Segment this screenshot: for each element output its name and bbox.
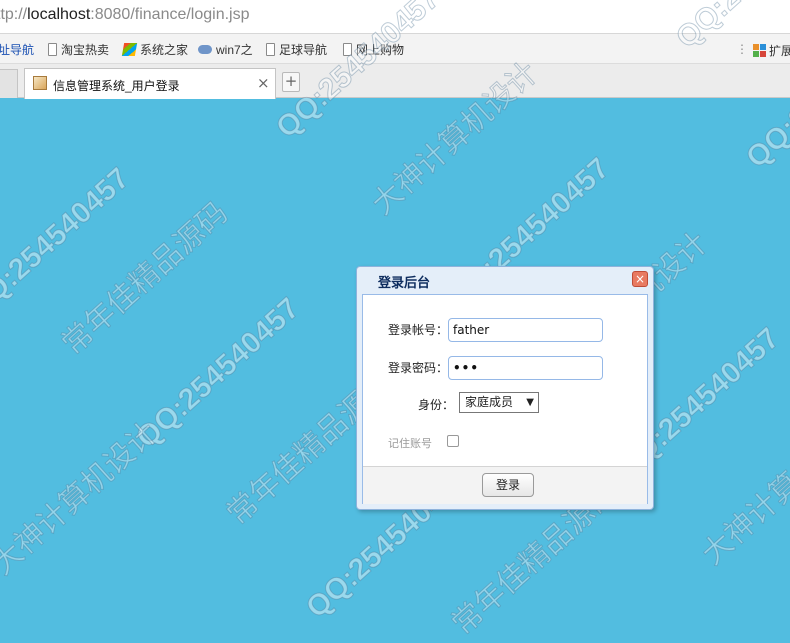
role-select[interactable]: 家庭成员 ▼ [459, 392, 539, 413]
login-dialog: 登录后台 × 登录帐号： father 登录密码： ••• 身份： 家庭成员 ▼ … [356, 266, 654, 510]
url-text[interactable]: ttp://localhost:8080/finance/login.jsp [0, 6, 250, 24]
tab-login[interactable]: 信息管理系统_用户登录 × [24, 68, 276, 99]
bookmark-taobao[interactable]: 淘宝热卖 [48, 42, 109, 58]
tab-strip: 信息管理系统_用户登录 × + [0, 64, 790, 99]
watermark-qq: QQ:254540457 [129, 291, 306, 455]
url-host: localhost [27, 6, 91, 23]
login-form: 登录帐号： father 登录密码： ••• 身份： 家庭成员 ▼ 记住账号 登录 [362, 294, 648, 504]
remember-checkbox[interactable] [447, 435, 459, 447]
account-input[interactable]: father [448, 318, 603, 342]
watermark-qq: QQ:254540457 [0, 161, 136, 325]
apps-grid-icon [753, 44, 766, 57]
extensions-button[interactable]: 扩展 [753, 42, 790, 59]
dialog-title: 登录后台 [378, 276, 431, 291]
page-icon [343, 43, 352, 56]
dropdown-arrow-icon: ▼ [526, 397, 534, 408]
login-button[interactable]: 登录 [482, 473, 534, 497]
bookmark-win7[interactable]: win7之 [198, 42, 253, 58]
watermark-brand: 常年佳精品源码 [55, 195, 235, 363]
page-icon [48, 43, 57, 56]
tab-previous[interactable] [0, 69, 18, 98]
address-bar[interactable]: ttp://localhost:8080/finance/login.jsp [0, 0, 790, 34]
bookmark-label: 淘宝热卖 [61, 43, 110, 57]
watermark-brand: 大神计算机设计 [695, 405, 790, 573]
bookmark-label: 系统之家 [140, 43, 189, 57]
cloud-icon [198, 45, 212, 54]
bookmark-label: 网上购物 [356, 43, 405, 57]
bookmark-label: 足球导航 [279, 43, 328, 57]
role-selected-value: 家庭成员 [465, 395, 514, 409]
url-path: :8080/finance/login.jsp [90, 6, 250, 23]
url-scheme: ttp:// [0, 6, 28, 23]
dialog-footer: 登录 [363, 466, 647, 504]
more-vertical-icon[interactable]: ⋮ [736, 42, 748, 56]
bookmark-football[interactable]: 足球导航 [266, 42, 327, 58]
remember-label: 记住账号 [388, 437, 432, 450]
bookmark-shopping[interactable]: 网上购物 [343, 42, 404, 58]
extensions-label: 扩展 [769, 44, 790, 58]
new-tab-button[interactable]: + [282, 72, 300, 92]
watermark-brand: 大神计算机设计 [0, 415, 165, 583]
password-input[interactable]: ••• [448, 356, 603, 380]
account-label: 登录帐号： [388, 323, 449, 337]
page-icon [266, 43, 275, 56]
windows-icon [121, 43, 138, 56]
bookmark-label: 址导航 [0, 43, 35, 57]
close-tab-icon[interactable]: × [257, 74, 270, 92]
bookmarks-bar: 址导航 淘宝热卖 系统之家 win7之 足球导航 网上购物 ⋮ 扩展 [0, 34, 790, 64]
role-label: 身份： [418, 398, 455, 412]
bookmark-nav[interactable]: 址导航 [0, 42, 34, 58]
close-icon[interactable]: × [632, 271, 648, 287]
tab-title: 信息管理系统_用户登录 [53, 79, 180, 93]
favicon-icon [33, 76, 47, 90]
password-label: 登录密码： [388, 361, 449, 375]
bookmark-label: win7之 [216, 43, 253, 57]
bookmark-xitongzhijia[interactable]: 系统之家 [121, 42, 189, 58]
